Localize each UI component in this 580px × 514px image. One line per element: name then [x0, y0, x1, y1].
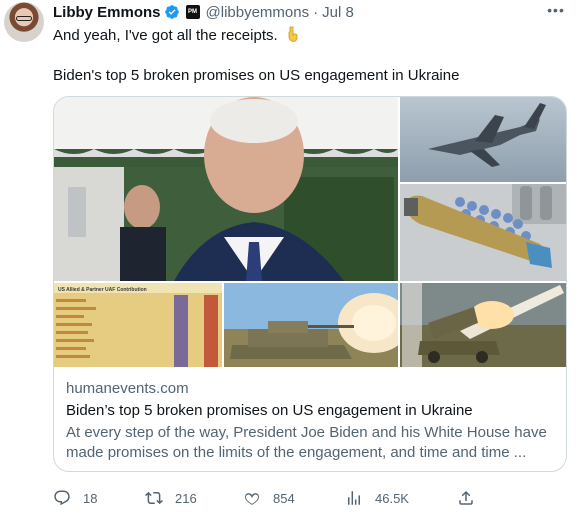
- reply-count: 18: [83, 490, 98, 506]
- card-image-aid-chart: US Allied & Partner UAF Contribution: [54, 283, 222, 367]
- like-button[interactable]: 854: [243, 486, 295, 510]
- tweet-text-1: And yeah, I've got all the receipts.: [53, 27, 278, 44]
- card-image-munitions: [400, 184, 566, 281]
- views-count: 46.5K: [375, 490, 409, 506]
- tweet-header: Libby Emmons PM @libbyemmons · Jul 8: [53, 2, 354, 22]
- card-image-president: [54, 97, 398, 281]
- card-description-line-1: At every step of the way, President Joe …: [66, 424, 547, 441]
- card-domain[interactable]: humanevents.com: [66, 379, 558, 399]
- card-image-tank: [224, 283, 398, 367]
- separator-dot: ·: [313, 3, 319, 21]
- link-card[interactable]: US Allied & Partner UAF Contribution hum…: [53, 96, 567, 472]
- card-title[interactable]: Biden’s top 5 broken promises on US enga…: [66, 401, 558, 421]
- share-icon: [459, 490, 473, 505]
- views-button[interactable]: 46.5K: [345, 486, 409, 510]
- aid-chart-caption: US Allied & Partner UAF Contribution: [58, 287, 147, 293]
- avatar-glasses: [16, 16, 32, 21]
- tweet-text-line-2: Biden's top 5 broken promises on US enga…: [53, 67, 460, 84]
- card-meta: humanevents.com Biden’s top 5 broken pro…: [66, 379, 558, 463]
- card-image-collage[interactable]: US Allied & Partner UAF Contribution: [54, 97, 566, 367]
- tweet: Libby Emmons PM @libbyemmons · Jul 8 •••…: [0, 0, 580, 514]
- heart-icon: [245, 493, 259, 505]
- more-options-icon[interactable]: •••: [546, 2, 566, 18]
- reply-button[interactable]: 18: [53, 486, 97, 510]
- verified-badge-icon: [164, 5, 179, 19]
- pointing-down-hand-emoji: [288, 26, 298, 42]
- author-name[interactable]: Libby Emmons: [53, 4, 161, 21]
- avatar[interactable]: [4, 2, 44, 42]
- org-affiliation-badge[interactable]: PM: [185, 5, 200, 19]
- tweet-date[interactable]: Jul 8: [322, 4, 354, 21]
- repost-count: 216: [175, 490, 197, 506]
- card-image-rocket-launcher: [400, 283, 566, 367]
- card-image-fighter-jet: [400, 97, 566, 182]
- president-photo-illustration: [54, 97, 398, 281]
- like-count: 854: [273, 490, 295, 506]
- card-description-line-2: made promises on the limits of the engag…: [66, 444, 527, 461]
- views-icon: [348, 491, 360, 505]
- repost-button[interactable]: 216: [145, 486, 197, 510]
- repost-icon: [145, 491, 163, 505]
- tweet-actions: 18 216 854 46.5K: [53, 486, 483, 510]
- author-handle[interactable]: @libbyemmons: [206, 4, 310, 21]
- share-button[interactable]: [457, 486, 475, 510]
- tweet-text-line-1: And yeah, I've got all the receipts.: [53, 26, 300, 46]
- reply-icon: [54, 490, 70, 506]
